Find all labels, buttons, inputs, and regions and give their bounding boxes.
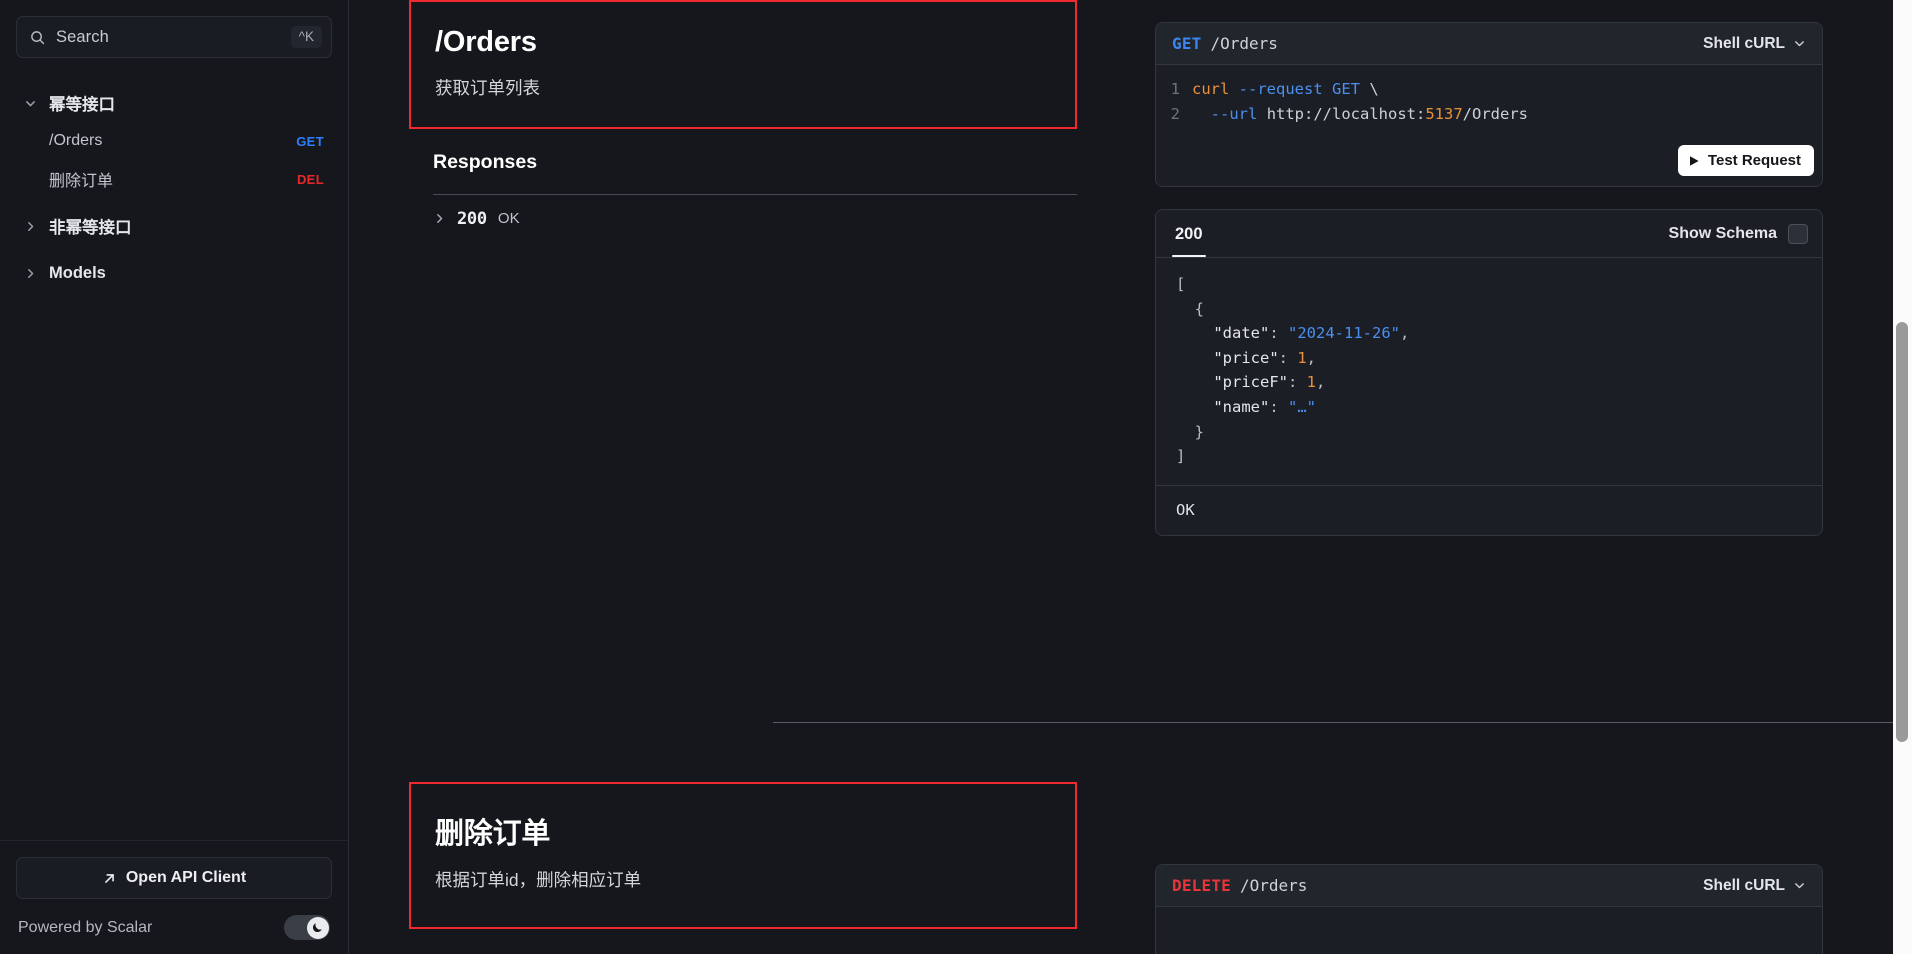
line-number: 2 bbox=[1156, 102, 1192, 127]
play-icon bbox=[1689, 155, 1700, 167]
show-schema-label: Show Schema bbox=[1669, 225, 1777, 243]
page-title: 删除订单 bbox=[435, 818, 1075, 851]
client-selector[interactable]: Shell cURL bbox=[1703, 35, 1806, 53]
request-example-card: DELETE /Orders Shell cURL bbox=[1155, 864, 1823, 954]
response-status-text: OK bbox=[498, 210, 520, 227]
chevron-right-icon bbox=[19, 220, 41, 233]
request-code-block[interactable]: 1 curl --request GET \ 2 --url http://lo… bbox=[1156, 65, 1822, 139]
request-card-footer: Test Request bbox=[1156, 139, 1822, 186]
chevron-down-icon bbox=[19, 97, 41, 110]
sidebar-item-non-idempotent-group[interactable]: 非幂等接口 bbox=[16, 207, 332, 245]
main-content: /Orders 获取订单列表 Responses 200 OK bbox=[349, 0, 1912, 954]
request-endpoint: DELETE /Orders bbox=[1172, 876, 1307, 895]
method-badge-get: GET bbox=[296, 134, 324, 149]
client-selector-label: Shell cURL bbox=[1703, 35, 1785, 53]
chevron-down-icon bbox=[1793, 37, 1806, 50]
operation-description: 获取订单列表 bbox=[435, 76, 1075, 101]
response-status-code: 200 bbox=[457, 209, 487, 229]
test-request-label: Test Request bbox=[1708, 152, 1801, 169]
sidebar-item-label: 非幂等接口 bbox=[49, 214, 324, 238]
chevron-right-icon bbox=[433, 212, 446, 225]
search-icon bbox=[30, 30, 45, 45]
response-body-json[interactable]: [ { "date": "2024-11-26", "price": 1, "p… bbox=[1156, 258, 1822, 485]
show-schema-checkbox[interactable] bbox=[1788, 224, 1808, 244]
code-line-content: curl --request GET \ bbox=[1192, 77, 1822, 102]
open-api-client-label: Open API Client bbox=[126, 869, 246, 887]
response-status-tab-200[interactable]: 200 bbox=[1172, 211, 1206, 257]
chevron-down-icon bbox=[1793, 879, 1806, 892]
code-line-content: --url http://localhost:5137/Orders bbox=[1192, 102, 1822, 127]
operation-examples-delete: DELETE /Orders Shell cURL bbox=[1155, 782, 1823, 954]
open-api-client-button[interactable]: Open API Client bbox=[16, 857, 332, 899]
scrollbar-thumb[interactable] bbox=[1896, 322, 1908, 742]
operation-header-highlight: 删除订单 根据订单id，删除相应订单 bbox=[409, 782, 1077, 929]
operation-details-orders: /Orders 获取订单列表 Responses 200 OK bbox=[409, 0, 1077, 229]
request-method: GET bbox=[1172, 34, 1202, 53]
operation-description: 根据订单id，删除相应订单 bbox=[435, 868, 1075, 893]
line-number: 1 bbox=[1156, 77, 1192, 102]
search-shortcut-badge: ^K bbox=[291, 26, 322, 49]
dark-mode-toggle[interactable] bbox=[284, 915, 330, 940]
search-placeholder: Search bbox=[56, 28, 291, 47]
scalar-api-reference: Search ^K 幂等接口 /Orders GET 删除订单 bbox=[0, 0, 1912, 954]
sidebar-header: Search ^K bbox=[0, 0, 348, 58]
request-path: /Orders bbox=[1240, 876, 1307, 895]
powered-by-row: Powered by Scalar bbox=[16, 915, 332, 940]
response-footer-text: OK bbox=[1176, 501, 1195, 519]
sidebar-nav: 幂等接口 /Orders GET 删除订单 DEL 非幂等接口 bbox=[0, 84, 348, 840]
request-endpoint: GET /Orders bbox=[1172, 34, 1278, 53]
request-path: /Orders bbox=[1211, 34, 1278, 53]
request-method: DELETE bbox=[1172, 876, 1231, 895]
operation-header-highlight: /Orders 获取订单列表 bbox=[409, 0, 1077, 129]
sidebar-footer: Open API Client Powered by Scalar bbox=[0, 840, 348, 954]
sidebar-item-delete-order[interactable]: 删除订单 DEL bbox=[16, 160, 332, 198]
response-example-card: 200 Show Schema [ { "date": "2024-11-26"… bbox=[1155, 209, 1823, 536]
operation-examples-orders: GET /Orders Shell cURL bbox=[1155, 0, 1823, 536]
show-schema-toggle[interactable]: Show Schema bbox=[1669, 224, 1808, 244]
test-request-button[interactable]: Test Request bbox=[1678, 145, 1814, 176]
section-divider bbox=[773, 722, 1912, 723]
arrow-up-right-icon bbox=[102, 871, 117, 886]
chevron-right-icon bbox=[19, 267, 41, 280]
page-title: /Orders bbox=[435, 26, 1075, 59]
code-line: 1 curl --request GET \ bbox=[1156, 77, 1822, 102]
response-card-header: 200 Show Schema bbox=[1156, 210, 1822, 258]
responses-heading: Responses bbox=[409, 151, 1077, 174]
search-input[interactable]: Search ^K bbox=[16, 16, 332, 58]
sidebar-item-idempotent-group[interactable]: 幂等接口 bbox=[16, 84, 332, 122]
sidebar-item-label: 幂等接口 bbox=[49, 91, 324, 115]
sidebar: Search ^K 幂等接口 /Orders GET 删除订单 bbox=[0, 0, 349, 954]
code-line: 2 --url http://localhost:5137/Orders bbox=[1156, 102, 1822, 127]
client-selector[interactable]: Shell cURL bbox=[1703, 877, 1806, 895]
client-selector-label: Shell cURL bbox=[1703, 877, 1785, 895]
sidebar-item-label: Models bbox=[49, 264, 324, 283]
operation-details-delete: 删除订单 根据订单id，删除相应订单 bbox=[409, 782, 1077, 929]
request-card-header: DELETE /Orders Shell cURL bbox=[1156, 865, 1822, 907]
moon-icon bbox=[307, 917, 329, 939]
request-example-card: GET /Orders Shell cURL bbox=[1155, 22, 1823, 187]
request-card-header: GET /Orders Shell cURL bbox=[1156, 23, 1822, 65]
sidebar-item-label: 删除订单 bbox=[49, 167, 297, 191]
sidebar-item-label: /Orders bbox=[49, 132, 296, 150]
response-card-footer: OK bbox=[1156, 485, 1822, 535]
response-row-200[interactable]: 200 OK bbox=[409, 195, 1077, 229]
sidebar-item-orders[interactable]: /Orders GET bbox=[16, 122, 332, 160]
method-badge-del: DEL bbox=[297, 172, 324, 187]
powered-by-scalar-link[interactable]: Powered by Scalar bbox=[18, 919, 152, 937]
page-scrollbar[interactable] bbox=[1893, 0, 1912, 954]
sidebar-item-models[interactable]: Models bbox=[16, 254, 332, 292]
request-code-block[interactable] bbox=[1156, 907, 1822, 954]
